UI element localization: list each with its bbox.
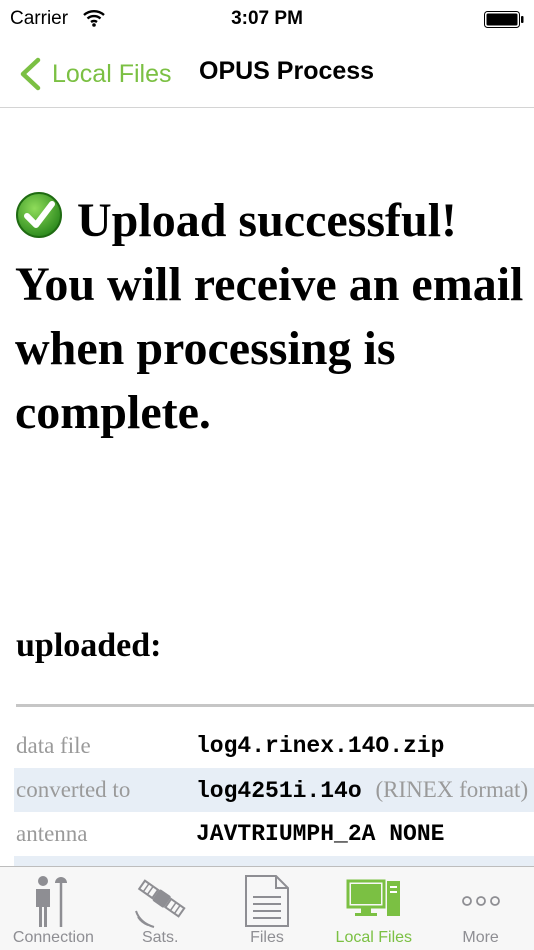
- battery-icon: [484, 11, 524, 28]
- web-content[interactable]: Upload successful! You will receive an e…: [0, 109, 534, 866]
- tab-label: Connection: [12, 929, 94, 946]
- back-button-label: Local Files: [52, 59, 172, 88]
- satellite-icon: [135, 879, 186, 928]
- tab-local-files[interactable]: Local Files: [320, 867, 427, 950]
- tab-connection[interactable]: Connection: [0, 867, 107, 950]
- row-value-text: log4251i.14o: [196, 777, 362, 804]
- status-time: 3:07 PM: [231, 8, 303, 29]
- uploaded-heading: uploaded:: [16, 627, 162, 664]
- row-label: antenna height: [14, 856, 196, 866]
- back-button[interactable]: Local Files: [18, 54, 172, 94]
- row-label: data file: [16, 733, 91, 758]
- row-value-text: JAVTRIUMPH_2A NONE: [196, 821, 445, 847]
- tab-more[interactable]: More: [427, 867, 534, 950]
- table-row: antenna JAVTRIUMPH_2A NONE: [14, 812, 534, 856]
- table-row: converted to log4251i.14o (RINEX format): [14, 768, 534, 812]
- success-message: Upload successful! You will receive an e…: [15, 189, 525, 445]
- check-circle-icon: [16, 192, 62, 238]
- surveyor-icon: [36, 876, 68, 927]
- row-value: JAVTRIUMPH_2A NONE: [196, 812, 534, 856]
- row-value: log4251i.14o (RINEX format): [196, 768, 534, 812]
- tab-bar: Connection Sats. Files Local Files More: [0, 866, 534, 950]
- document-icon: [244, 875, 289, 927]
- navigation-bar: Local Files OPUS Process: [0, 40, 534, 108]
- computer-icon: [346, 879, 400, 916]
- success-text: Upload successful! You will receive an e…: [15, 194, 524, 439]
- row-label: antenna: [16, 821, 88, 846]
- tab-label: Local Files: [335, 929, 413, 946]
- status-bar: Carrier 3:07 PM: [0, 0, 534, 40]
- row-note: (RINEX format): [375, 776, 529, 802]
- more-dots-icon: [461, 896, 500, 906]
- page-title: OPUS Process: [199, 57, 375, 85]
- divider: [16, 704, 534, 707]
- tab-label: More: [462, 929, 499, 946]
- row-label: converted to: [14, 768, 196, 812]
- table-row: data file log4.rinex.14O.zip: [14, 724, 534, 768]
- tab-files[interactable]: Files: [214, 867, 321, 950]
- row-value: 0 meters: [196, 856, 534, 866]
- upload-details-table: data file log4.rinex.14O.zip converted to l…: [14, 724, 534, 866]
- table-row: antenna height0 meters: [14, 856, 534, 866]
- tab-label: Files: [250, 929, 284, 946]
- row-value-text: log4.rinex.14O.zip: [196, 733, 445, 759]
- tab-sats[interactable]: Sats.: [107, 867, 214, 950]
- chevron-left-icon: [20, 57, 41, 91]
- row-value: log4.rinex.14O.zip: [196, 724, 534, 768]
- tab-label: Sats.: [141, 929, 179, 946]
